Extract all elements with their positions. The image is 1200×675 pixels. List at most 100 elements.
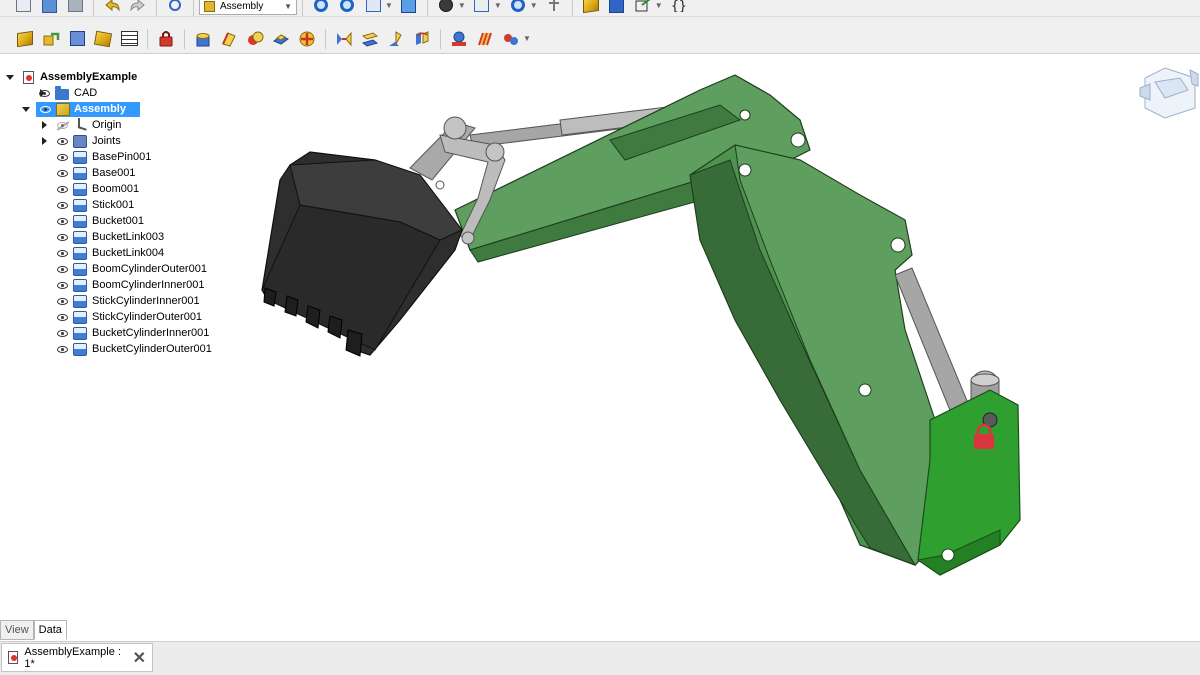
base[interactable] [916,389,1021,576]
chevron-down-icon[interactable]: ▼ [530,1,538,10]
tab-data[interactable]: Data [33,620,67,640]
part-icon[interactable] [580,0,602,14]
visibility-eye-icon[interactable] [57,282,68,289]
solve-assembly-icon[interactable] [66,28,88,50]
visibility-eye-off-icon[interactable] [57,122,68,129]
close-icon[interactable]: ✕ [133,648,146,668]
measure-icon[interactable] [507,0,529,14]
open-document-icon[interactable] [38,0,60,14]
link-part-icon [73,167,87,180]
tree-item-part[interactable]: Boom001 [0,182,230,197]
rack-pinion-icon[interactable] [448,28,470,50]
std-view-icon[interactable] [398,0,420,14]
tree-item-part[interactable]: StickCylinderOuter001 [0,310,230,325]
fit-all-icon[interactable] [310,0,332,14]
fixed-joint-icon[interactable] [192,28,214,50]
body-icon[interactable] [606,0,628,14]
parallel-joint-icon[interactable] [359,28,381,50]
visibility-eye-icon[interactable] [57,346,68,353]
tree-item-part[interactable]: Base001 [0,166,230,181]
perpendicular-joint-icon[interactable] [385,28,407,50]
visibility-eye-icon[interactable] [40,106,51,113]
tree-item-label: BucketLink003 [92,231,165,243]
chevron-down-icon[interactable]: ▼ [385,1,393,10]
3d-viewport[interactable] [230,55,1200,620]
visibility-eye-icon[interactable] [57,330,68,337]
tab-view[interactable]: View [0,620,34,640]
stick[interactable] [689,144,946,566]
distance-joint-icon[interactable] [333,28,355,50]
chevron-down-icon[interactable]: ▼ [655,1,663,10]
link-part-icon [73,279,87,292]
insert-link-icon[interactable] [40,28,62,50]
bill-of-materials-icon[interactable] [118,28,140,50]
collapse-icon[interactable] [6,75,14,80]
workbench-selector[interactable]: Assembly ▼ [199,0,297,15]
visibility-eye-icon[interactable] [57,234,68,241]
new-document-icon[interactable] [12,0,34,14]
slider-joint-icon[interactable] [270,28,292,50]
visibility-eye-icon[interactable] [57,250,68,257]
screw-joint-icon[interactable] [474,28,496,50]
angle-joint-icon[interactable] [411,28,433,50]
tree-root[interactable]: AssemblyExample [0,70,230,85]
expand-icon[interactable] [42,121,47,129]
tree-item-label: BucketCylinderOuter001 [92,343,212,355]
excavator-arm-model[interactable] [230,55,1200,620]
tree-item-assembly[interactable]: Assembly [0,102,230,117]
link-icon[interactable] [543,0,565,14]
redo-icon[interactable] [127,0,149,14]
tree-item-part[interactable]: BoomCylinderOuter001 [0,262,230,277]
visibility-eye-icon[interactable] [39,90,50,97]
view-box-icon[interactable] [362,0,384,14]
external-link-icon[interactable] [632,0,654,14]
tree-item-label: Base001 [92,167,136,179]
tree-item-part[interactable]: BucketLink004 [0,246,230,261]
bucket[interactable] [261,151,463,357]
collapse-icon[interactable] [22,107,30,112]
tree-item-part[interactable]: Stick001 [0,198,230,213]
visibility-eye-icon[interactable] [57,138,68,145]
revolute-joint-icon[interactable] [218,28,240,50]
cylindrical-joint-icon[interactable] [244,28,266,50]
visibility-eye-icon[interactable] [57,202,68,209]
expand-icon[interactable] [42,137,47,145]
bounding-box-icon[interactable] [471,0,493,14]
tree-item-part[interactable]: StickCylinderInner001 [0,294,230,309]
tree-item-part[interactable]: Bucket001 [0,214,230,229]
navigation-cube[interactable] [1139,67,1199,119]
visibility-eye-icon[interactable] [57,218,68,225]
tree-item-origin[interactable]: Origin [0,118,230,133]
tree-item-part[interactable]: BasePin001 [0,150,230,165]
save-icon[interactable] [64,0,86,14]
tree-item-part[interactable]: BucketCylinderInner001 [0,326,230,341]
tree-item-part[interactable]: BucketLink003 [0,230,230,245]
toggle-grounded-icon[interactable] [155,28,177,50]
undo-icon[interactable] [101,0,123,14]
chevron-down-icon[interactable]: ▼ [458,1,466,10]
tree-item-cad[interactable]: CAD [0,86,230,101]
tree-item-label: StickCylinderOuter001 [92,311,203,323]
visibility-eye-icon[interactable] [57,154,68,161]
main-toolbar: Assembly ▼ ▼ ▼ ▼ ▼ ▼ {} [0,0,1200,17]
refresh-icon[interactable] [164,0,186,14]
visibility-eye-icon[interactable] [57,266,68,273]
chevron-down-icon[interactable]: ▼ [523,34,531,43]
ball-joint-icon[interactable] [296,28,318,50]
fit-selection-icon[interactable] [336,0,358,14]
gears-joint-icon[interactable] [500,28,522,50]
chevron-down-icon[interactable]: ▼ [494,1,502,10]
visibility-eye-icon[interactable] [57,298,68,305]
exploded-view-icon[interactable] [92,28,114,50]
tree-item-part[interactable]: BoomCylinderInner001 [0,278,230,293]
tree-item-part[interactable]: BucketCylinderOuter001 [0,342,230,357]
document-tab[interactable]: AssemblyExample : 1* ✕ [1,643,153,672]
tree-item-joints[interactable]: Joints [0,134,230,149]
draw-style-icon[interactable] [435,0,457,14]
insert-component-icon[interactable] [14,28,36,50]
document-tab-title: AssemblyExample : 1* [24,645,121,670]
visibility-eye-icon[interactable] [57,170,68,177]
visibility-eye-icon[interactable] [57,186,68,193]
macro-icon[interactable]: {} [668,0,690,14]
visibility-eye-icon[interactable] [57,314,68,321]
